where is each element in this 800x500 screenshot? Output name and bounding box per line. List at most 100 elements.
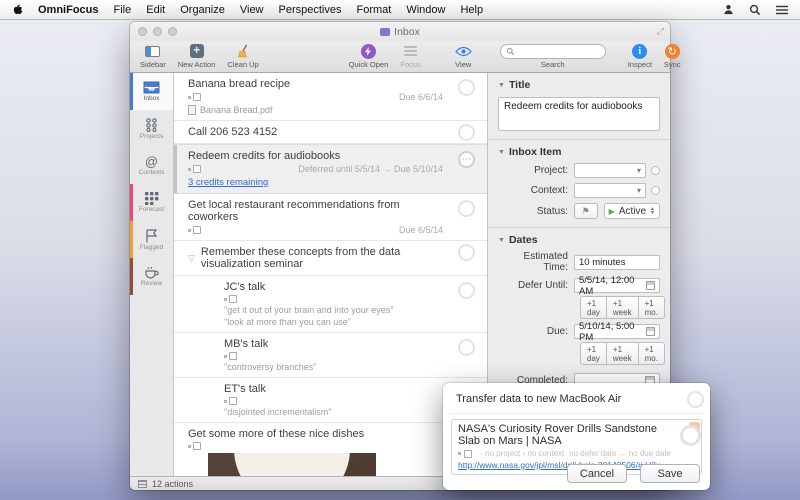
status-dropdown[interactable]: ▶ Active ▲ ▼	[603, 203, 660, 219]
action-row-redeem-credits[interactable]: Redeem credits for audiobooks Deferred u…	[174, 144, 487, 194]
defer-until-field[interactable]: 5/5/14, 12:00 AM	[574, 275, 660, 297]
group-row-seminar[interactable]: ▽ Remember these concepts from the data …	[174, 241, 487, 276]
note-icon[interactable]: - no project › no context	[458, 449, 564, 458]
defer-plus-day-button[interactable]: +1 day	[580, 296, 607, 319]
new-action-button[interactable]: + New Action	[178, 43, 216, 70]
calendar-icon[interactable]	[645, 281, 655, 290]
zoom-window-button[interactable]	[168, 27, 177, 36]
action-row-dishes[interactable]: Get some more of these nice dishes	[174, 423, 487, 476]
action-row-mbs-talk[interactable]: MB's talk "controversy branches"	[174, 333, 487, 378]
menu-edit[interactable]: Edit	[146, 4, 165, 16]
search-input[interactable]	[499, 44, 606, 59]
complete-checkbox[interactable]	[458, 200, 475, 217]
defer-until-label: Defer Until:	[517, 280, 568, 291]
project-dropdown[interactable]: ▾	[574, 163, 646, 178]
due-plus-month-button[interactable]: +1 mo.	[638, 342, 665, 365]
action-title: JC's talk	[224, 281, 266, 293]
complete-checkbox[interactable]	[687, 391, 704, 408]
project-clear-button[interactable]	[651, 166, 660, 175]
disclosure-triangle-icon[interactable]: ▽	[188, 253, 195, 264]
sidebar-item-review[interactable]: Review	[130, 258, 173, 295]
sidebar-item-forecast[interactable]: Forecast	[130, 184, 173, 221]
action-title: MB's talk	[224, 338, 269, 350]
app-menu-omnifocus[interactable]: OmniFocus	[38, 4, 99, 16]
context-dropdown[interactable]: ▾	[574, 183, 646, 198]
complete-checkbox[interactable]	[458, 79, 475, 96]
clean-up-button[interactable]: Clean Up	[227, 43, 259, 69]
apple-icon[interactable]	[12, 3, 23, 16]
sidebar-item-inbox[interactable]: Inbox	[130, 73, 173, 110]
complete-checkbox[interactable]	[680, 425, 701, 446]
menu-help[interactable]: Help	[460, 4, 483, 16]
sidebar-button[interactable]: Sidebar	[140, 43, 166, 69]
menu-perspectives[interactable]: Perspectives	[279, 4, 342, 16]
flag-icon	[146, 228, 158, 242]
due-date: Due 6/6/14	[398, 92, 443, 102]
note-icon[interactable]	[188, 442, 201, 450]
minimize-window-button[interactable]	[153, 27, 162, 36]
action-row-call[interactable]: Call 206 523 4152	[174, 121, 487, 144]
note-icon[interactable]	[224, 295, 237, 303]
action-row-ets-talk[interactable]: ET's talk "disjointed incrementalism"	[174, 378, 487, 423]
note-icon[interactable]	[224, 352, 237, 360]
pdf-file-icon	[188, 105, 196, 115]
title-field[interactable]: Redeem credits for audiobooks	[498, 97, 660, 131]
action-title: Call 206 523 4152	[188, 126, 278, 138]
menu-organize[interactable]: Organize	[180, 4, 225, 16]
spotlight-search-icon[interactable]	[749, 4, 761, 16]
note-icon[interactable]	[188, 165, 201, 173]
note-icon[interactable]	[224, 397, 237, 405]
context-clear-button[interactable]	[651, 186, 660, 195]
view-button[interactable]: View	[454, 43, 472, 69]
estimated-time-field[interactable]: 10 minutes	[574, 254, 660, 270]
active-status-icon: ▶	[608, 206, 615, 216]
action-row-restaurant[interactable]: Get local restaurant recommendations fro…	[174, 194, 487, 241]
sidebar-item-contexts[interactable]: @ Contexts	[130, 147, 173, 184]
defer-plus-week-button[interactable]: +1 week	[606, 296, 639, 319]
due-label: Due:	[546, 326, 568, 337]
complete-checkbox[interactable]	[458, 244, 475, 261]
fullscreen-icon[interactable]: ⤢	[657, 26, 664, 37]
menu-format[interactable]: Format	[357, 4, 392, 16]
action-title: ET's talk	[224, 383, 266, 395]
search-field-group: Search	[499, 43, 606, 69]
quick-open-button[interactable]: Quick Open	[349, 43, 388, 69]
due-plus-day-button[interactable]: +1 day	[580, 342, 607, 365]
section-header: Dates	[508, 234, 538, 246]
broom-icon	[236, 43, 250, 59]
note-link[interactable]: 3 credits remaining	[188, 177, 268, 188]
sidebar-item-projects[interactable]: Projects	[130, 110, 173, 147]
note-icon[interactable]	[188, 226, 201, 234]
collapse-triangle-icon[interactable]: ▼	[498, 82, 505, 89]
collapse-triangle-icon[interactable]: ▼	[498, 149, 505, 156]
complete-checkbox[interactable]	[458, 124, 475, 141]
quick-entry-title: NASA's Curiosity Rover Drills Sandstone …	[458, 423, 657, 447]
attachment[interactable]: Banana Bread.pdf	[188, 105, 443, 115]
note-icon[interactable]	[188, 93, 201, 101]
menu-window[interactable]: Window	[406, 4, 445, 16]
complete-checkbox[interactable]	[458, 339, 475, 356]
menu-file[interactable]: File	[114, 4, 132, 16]
action-row-jcs-talk[interactable]: JC's talk "get it out of your brain and …	[174, 276, 487, 333]
action-menu-circle[interactable]: ⋯	[458, 151, 475, 168]
sidebar-item-flagged[interactable]: Flagged	[130, 221, 173, 258]
title-bar[interactable]: Inbox ⤢	[130, 22, 670, 41]
close-window-button[interactable]	[138, 27, 147, 36]
complete-checkbox[interactable]	[458, 282, 475, 299]
inspect-button[interactable]: i Inspect	[628, 43, 652, 69]
action-row-banana-bread[interactable]: Banana bread recipe Due 6/6/14 Banana Br…	[174, 73, 487, 121]
user-icon[interactable]	[723, 4, 734, 15]
quick-entry-row-transfer[interactable]: Transfer data to new MacBook Air	[451, 390, 704, 414]
flag-toggle-button[interactable]: ⚑	[574, 203, 598, 219]
due-field[interactable]: 5/10/14, 5:00 PM	[574, 321, 660, 343]
save-button[interactable]: Save	[640, 464, 700, 483]
calendar-icon[interactable]	[645, 327, 655, 336]
collapse-triangle-icon[interactable]: ▼	[498, 237, 505, 244]
menu-view[interactable]: View	[240, 4, 264, 16]
cancel-button[interactable]: Cancel	[567, 464, 627, 483]
action-title: Get some more of these nice dishes	[188, 428, 365, 440]
defer-plus-month-button[interactable]: +1 mo.	[638, 296, 665, 319]
due-plus-week-button[interactable]: +1 week	[606, 342, 639, 365]
sync-button[interactable]: ↻ Sync	[664, 43, 681, 69]
notification-center-icon[interactable]	[776, 5, 788, 15]
